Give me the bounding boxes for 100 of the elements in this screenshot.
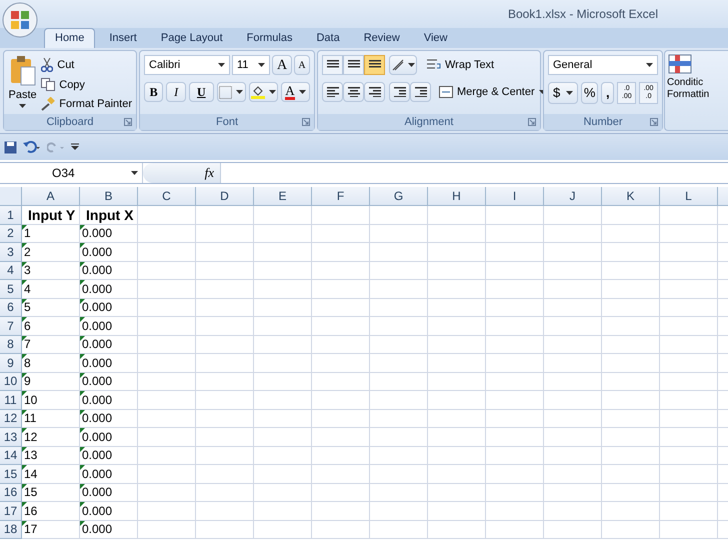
- table-cell[interactable]: [254, 280, 312, 298]
- table-cell[interactable]: [196, 298, 254, 317]
- decrease-indent-button[interactable]: [389, 82, 410, 102]
- table-cell[interactable]: 0.000: [80, 262, 138, 280]
- table-cell[interactable]: [138, 484, 196, 502]
- row-header[interactable]: 6: [0, 298, 22, 317]
- row-header[interactable]: 12: [0, 410, 22, 428]
- table-cell[interactable]: 16: [22, 502, 80, 520]
- table-cell[interactable]: 10: [22, 391, 80, 410]
- table-cell[interactable]: [196, 317, 254, 336]
- table-cell[interactable]: [602, 298, 660, 317]
- table-cell[interactable]: [370, 520, 428, 539]
- table-cell[interactable]: [312, 484, 370, 502]
- table-cell[interactable]: [602, 317, 660, 336]
- table-cell[interactable]: [428, 243, 486, 262]
- table-cell[interactable]: [486, 446, 544, 465]
- grow-font-button[interactable]: A: [272, 55, 292, 75]
- table-cell[interactable]: [660, 391, 718, 410]
- table-cell[interactable]: [312, 465, 370, 484]
- percent-button[interactable]: %: [581, 82, 598, 104]
- table-cell[interactable]: [428, 224, 486, 243]
- row-header[interactable]: 4: [0, 262, 22, 280]
- table-cell[interactable]: [196, 465, 254, 484]
- table-cell[interactable]: [370, 502, 428, 520]
- table-cell[interactable]: [196, 262, 254, 280]
- table-cell[interactable]: 0.000: [80, 520, 138, 539]
- table-cell[interactable]: 4: [22, 280, 80, 298]
- table-cell[interactable]: [544, 446, 602, 465]
- dialog-launcher-icon[interactable]: [528, 118, 536, 126]
- table-cell[interactable]: [544, 372, 602, 391]
- table-cell[interactable]: [370, 428, 428, 446]
- cut-button[interactable]: Cut: [41, 57, 132, 74]
- table-cell[interactable]: [254, 428, 312, 446]
- row-header[interactable]: 10: [0, 372, 22, 391]
- redo-icon[interactable]: [47, 141, 65, 153]
- insert-function-button[interactable]: fx: [204, 163, 214, 183]
- table-cell[interactable]: [660, 465, 718, 484]
- table-cell[interactable]: [660, 336, 718, 354]
- table-cell[interactable]: [312, 317, 370, 336]
- table-cell[interactable]: 0.000: [80, 354, 138, 372]
- table-cell[interactable]: [196, 484, 254, 502]
- borders-button[interactable]: [216, 82, 246, 102]
- table-cell[interactable]: 0.000: [80, 317, 138, 336]
- table-cell[interactable]: [486, 484, 544, 502]
- table-cell[interactable]: 0.000: [80, 502, 138, 520]
- table-cell[interactable]: [602, 484, 660, 502]
- table-cell[interactable]: 6: [22, 317, 80, 336]
- number-format-dropdown[interactable]: General: [548, 55, 658, 75]
- table-cell[interactable]: [254, 502, 312, 520]
- table-cell[interactable]: [660, 354, 718, 372]
- table-cell[interactable]: [312, 336, 370, 354]
- table-cell[interactable]: [196, 336, 254, 354]
- table-cell[interactable]: [138, 224, 196, 243]
- table-cell[interactable]: [312, 446, 370, 465]
- dialog-launcher-icon[interactable]: [124, 118, 132, 126]
- table-cell[interactable]: [254, 465, 312, 484]
- table-cell[interactable]: [370, 317, 428, 336]
- table-cell[interactable]: [138, 502, 196, 520]
- table-cell[interactable]: [254, 262, 312, 280]
- undo-icon[interactable]: [23, 141, 41, 153]
- table-cell[interactable]: [428, 484, 486, 502]
- horizontal-align-button[interactable]: [322, 82, 343, 102]
- font-size-dropdown[interactable]: 11: [232, 55, 270, 75]
- table-cell[interactable]: [660, 484, 718, 502]
- table-cell[interactable]: [660, 243, 718, 262]
- table-cell[interactable]: [428, 354, 486, 372]
- table-cell[interactable]: [196, 280, 254, 298]
- table-cell[interactable]: [544, 298, 602, 317]
- table-cell[interactable]: [312, 372, 370, 391]
- table-cell[interactable]: [370, 243, 428, 262]
- format-painter-button[interactable]: Format Painter: [41, 96, 132, 112]
- table-cell[interactable]: [312, 520, 370, 539]
- fill-color-button[interactable]: [248, 82, 278, 102]
- table-cell[interactable]: [254, 298, 312, 317]
- table-cell[interactable]: [428, 410, 486, 428]
- table-cell[interactable]: [254, 317, 312, 336]
- row-header[interactable]: 8: [0, 336, 22, 354]
- row-header[interactable]: 1: [0, 206, 22, 224]
- table-cell[interactable]: [196, 243, 254, 262]
- table-cell[interactable]: [428, 298, 486, 317]
- ribbon-tab[interactable]: Data: [306, 28, 350, 48]
- table-cell[interactable]: 0.000: [80, 465, 138, 484]
- table-cell[interactable]: [428, 428, 486, 446]
- orientation-button[interactable]: [389, 55, 417, 75]
- ribbon-tab[interactable]: View: [414, 28, 458, 48]
- row-header[interactable]: 7: [0, 317, 22, 336]
- table-cell[interactable]: [486, 224, 544, 243]
- ribbon-tab[interactable]: Insert: [99, 28, 147, 48]
- table-cell[interactable]: [138, 446, 196, 465]
- horizontal-align-button[interactable]: [364, 82, 385, 102]
- table-cell[interactable]: [602, 446, 660, 465]
- row-header[interactable]: 11: [0, 391, 22, 410]
- row-header[interactable]: 3: [0, 243, 22, 262]
- font-family-dropdown[interactable]: Calibri: [144, 55, 230, 75]
- row-header[interactable]: 14: [0, 446, 22, 465]
- table-cell[interactable]: [196, 354, 254, 372]
- table-cell[interactable]: [138, 336, 196, 354]
- table-cell[interactable]: [486, 206, 544, 224]
- table-cell[interactable]: [138, 354, 196, 372]
- table-cell[interactable]: [312, 410, 370, 428]
